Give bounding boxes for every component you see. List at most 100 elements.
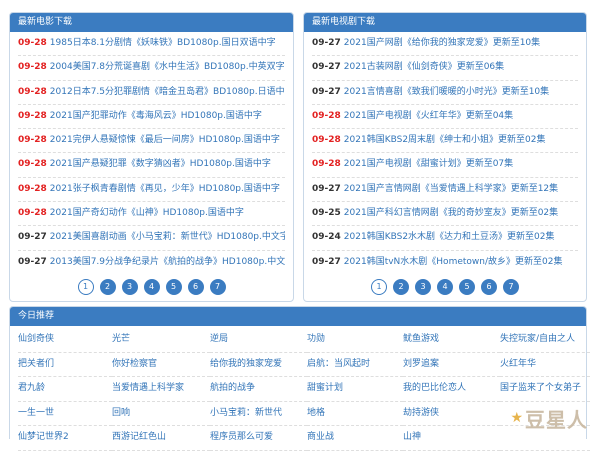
recommend-link[interactable]: 甜蜜计划 <box>307 377 403 402</box>
latest-movies-pagination: 1234567 <box>10 279 293 295</box>
page-button-6[interactable]: 6 <box>481 279 497 295</box>
item-date: 09-25 <box>312 208 341 219</box>
list-item[interactable]: 09-28 2021国产犯罪动作《毒海风云》HD1080p.国语中字 <box>18 105 285 130</box>
item-title-link[interactable]: 2021国产电视剧《火红年华》更新至04集 <box>344 111 513 121</box>
list-item[interactable]: 09-27 2021言情喜剧《致我们暖暖的小时光》更新至10集 <box>312 81 578 105</box>
recommend-link[interactable]: 西游记红色山 <box>112 426 210 451</box>
recommend-link[interactable]: 给你我的独家宠爱 <box>210 353 307 377</box>
list-item[interactable]: 09-27 2021美国喜剧动画《小马宝莉：新世代》HD1080p.中文字幕 <box>18 226 285 251</box>
item-date: 09-28 <box>18 135 47 146</box>
page-button-3[interactable]: 3 <box>121 279 138 295</box>
item-title-link[interactable]: 2021国产犯罪动作《毒海风云》HD1080p.国语中字 <box>50 111 262 121</box>
item-date: 09-28 <box>18 62 47 73</box>
item-title-link[interactable]: 2021国产悬疑犯罪《数字猜凶者》HD1080p.国语中字 <box>50 159 271 169</box>
recommend-link[interactable]: 一生一世 <box>18 402 112 426</box>
list-item[interactable]: 09-27 2021国产言情网剧《当爱情遇上科学家》更新至12集 <box>312 178 578 203</box>
list-item[interactable]: 09-28 2021韩国KBS2周末剧《绅士和小姐》更新至02集 <box>312 129 578 154</box>
list-item[interactable]: 09-24 2021韩国KBS2水木剧《达力和土豆汤》更新至02集 <box>312 226 578 251</box>
recommend-link[interactable]: 逆局 <box>210 328 307 353</box>
item-title-link[interactable]: 2012日本7.5分犯罪剧情《暗金丑岛君》BD1080p.日语中字 <box>50 87 285 97</box>
recommend-link[interactable]: 回响 <box>112 402 210 426</box>
list-item[interactable]: 09-28 2021国产电视剧《甜蜜计划》更新至07集 <box>312 153 578 178</box>
recommend-link[interactable]: 国子监来了个女弟子 <box>500 377 590 402</box>
item-title-link[interactable]: 2021国产网剧《给你我的独家宠爱》更新至10集 <box>344 38 540 48</box>
list-item[interactable]: 09-28 2021国产电视剧《火红年华》更新至04集 <box>312 105 578 130</box>
list-item[interactable]: 09-27 2013美国7.9分战争纪录片《航拍的战争》HD1080p.中文字幕 <box>18 251 285 274</box>
recommend-link[interactable]: 把关者们 <box>18 353 112 377</box>
page-button-5[interactable]: 5 <box>165 279 182 295</box>
recommend-link[interactable]: 光芒 <box>112 328 210 353</box>
item-title-link[interactable]: 2021美国喜剧动画《小马宝莉：新世代》HD1080p.中文字幕 <box>50 232 285 242</box>
item-title-link[interactable]: 2004美国7.8分荒诞喜剧《水中生活》BD1080p.中英双字 <box>50 62 285 72</box>
recommend-link[interactable]: 航拍的战争 <box>210 377 307 402</box>
star-icon: ★ <box>510 410 523 426</box>
item-title-link[interactable]: 2021古装网剧《仙剑奇侠》更新至06集 <box>344 62 504 72</box>
page-button-7[interactable]: 7 <box>503 279 519 295</box>
page-button-2[interactable]: 2 <box>99 279 116 295</box>
list-item[interactable]: 09-28 2021完伊人悬疑惊悚《最后一间房》HD1080p.国语中字 <box>18 129 285 154</box>
list-item[interactable]: 09-28 1985日本8.1分剧情《妖味铁》BD1080p.国日双语中字 <box>18 32 285 57</box>
item-date: 09-28 <box>18 86 47 97</box>
item-date: 09-28 <box>18 110 47 121</box>
item-date: 09-27 <box>18 232 47 243</box>
item-title-link[interactable]: 2021韩国tvN水木剧《Hometown/故乡》更新至02集 <box>344 257 563 267</box>
list-item[interactable]: 09-27 2021国产网剧《给你我的独家宠爱》更新至10集 <box>312 32 578 57</box>
recommend-link[interactable]: 刘罗追案 <box>403 353 500 377</box>
recommend-link[interactable]: 仙剑奇侠 <box>18 328 112 353</box>
item-title-link[interactable]: 2021韩国KBS2水木剧《达力和土豆汤》更新至02集 <box>344 232 555 242</box>
recommend-link[interactable]: 功勋 <box>307 328 403 353</box>
today-recommend-panel: 今日推荐 仙剑奇侠 光芒 逆局 功勋 鱿鱼游戏 失控玩家/自由之人 把关者们 你好检察官 给你我… <box>9 306 590 451</box>
list-item[interactable]: 09-27 2021古装网剧《仙剑奇侠》更新至06集 <box>312 56 578 81</box>
recommend-link[interactable]: 小马宝莉：新世代 <box>210 402 307 426</box>
recommend-link[interactable]: 鱿鱼游戏 <box>403 328 500 353</box>
page-button-3[interactable]: 3 <box>415 279 431 295</box>
page-button-1[interactable]: 1 <box>77 279 94 295</box>
item-title-link[interactable]: 2021国产电视剧《甜蜜计划》更新至07集 <box>344 159 513 169</box>
recommend-link[interactable]: 我的巴比伦恋人 <box>403 377 500 402</box>
page-button-2[interactable]: 2 <box>393 279 409 295</box>
item-title-link[interactable]: 2021完伊人悬疑惊悚《最后一间房》HD1080p.国语中字 <box>50 135 280 145</box>
recommend-link[interactable]: 你好检察官 <box>112 353 210 377</box>
page-button-6[interactable]: 6 <box>187 279 204 295</box>
recommend-link[interactable]: 君九龄 <box>18 377 112 402</box>
today-recommend-grid: 仙剑奇侠 光芒 逆局 功勋 鱿鱼游戏 失控玩家/自由之人把关者们 你好检察官 给你我的独家宠爱… <box>10 326 590 451</box>
page-button-7[interactable]: 7 <box>209 279 226 295</box>
item-title-link[interactable]: 2021言情喜剧《致我们暖暖的小时光》更新至10集 <box>344 87 549 97</box>
item-title-link[interactable]: 1985日本8.1分剧情《妖味铁》BD1080p.国日双语中字 <box>50 38 276 48</box>
list-item[interactable]: 09-27 2021韩国tvN水木剧《Hometown/故乡》更新至02集 <box>312 251 578 274</box>
list-item[interactable]: 09-28 2021国产奇幻动作《山神》HD1080p.国语中字 <box>18 202 285 227</box>
recommend-link[interactable]: 地格 <box>307 402 403 426</box>
recommend-link[interactable]: 火红年华 <box>500 353 590 377</box>
latest-movies-panel: 最新电影下载 09-28 1985日本8.1分剧情《妖味铁》BD1080p.国日双… <box>9 12 294 302</box>
recommend-link[interactable]: 启航：当风起时 <box>307 353 403 377</box>
list-item[interactable]: 09-28 2012日本7.5分犯罪剧情《暗金丑岛君》BD1080p.日语中字 <box>18 81 285 105</box>
item-title-link[interactable]: 2021韩国KBS2周末剧《绅士和小姐》更新至02集 <box>344 135 546 145</box>
page-button-1[interactable]: 1 <box>371 279 387 295</box>
item-date: 09-28 <box>18 159 47 170</box>
latest-tv-panel: 最新电视剧下载 09-27 2021国产网剧《给你我的独家宠爱》更新至10集 09-… <box>303 12 587 302</box>
item-date: 09-27 <box>312 256 341 267</box>
item-title-link[interactable]: 2021国产科幻言情网剧《我的奇妙室友》更新至02集 <box>344 208 558 218</box>
list-item[interactable]: 09-28 2021国产悬疑犯罪《数字猜凶者》HD1080p.国语中字 <box>18 153 285 178</box>
list-item[interactable]: 09-25 2021国产科幻言情网剧《我的奇妙室友》更新至02集 <box>312 202 578 227</box>
list-item[interactable]: 09-28 2021张子枫青春剧情《再见，少年》HD1080p.国语中字 <box>18 178 285 203</box>
item-date: 09-28 <box>18 183 47 194</box>
item-title-link[interactable]: 2013美国7.9分战争纪录片《航拍的战争》HD1080p.中文字幕 <box>50 257 285 267</box>
page-button-4[interactable]: 4 <box>437 279 453 295</box>
item-date: 09-27 <box>312 62 341 73</box>
list-item[interactable]: 09-28 2004美国7.8分荒诞喜剧《水中生活》BD1080p.中英双字 <box>18 56 285 81</box>
recommend-link[interactable]: 程序员那么可爱 <box>210 426 307 451</box>
page-button-5[interactable]: 5 <box>459 279 475 295</box>
page-button-4[interactable]: 4 <box>143 279 160 295</box>
item-date: 09-27 <box>312 86 341 97</box>
latest-movies-header: 最新电影下载 <box>10 13 293 32</box>
recommend-link[interactable]: 山神 <box>403 426 500 451</box>
recommend-link[interactable]: 劫持游侠 <box>403 402 500 426</box>
recommend-link[interactable]: 当爱情遇上科学家 <box>112 377 210 402</box>
item-title-link[interactable]: 2021国产言情网剧《当爱情遇上科学家》更新至12集 <box>344 184 558 194</box>
item-title-link[interactable]: 2021国产奇幻动作《山神》HD1080p.国语中字 <box>50 208 244 218</box>
recommend-link[interactable]: 商业战 <box>307 426 403 451</box>
recommend-link[interactable]: 失控玩家/自由之人 <box>500 328 590 353</box>
recommend-link[interactable]: 仙梦记世界2 <box>18 426 112 451</box>
item-title-link[interactable]: 2021张子枫青春剧情《再见，少年》HD1080p.国语中字 <box>50 184 280 194</box>
